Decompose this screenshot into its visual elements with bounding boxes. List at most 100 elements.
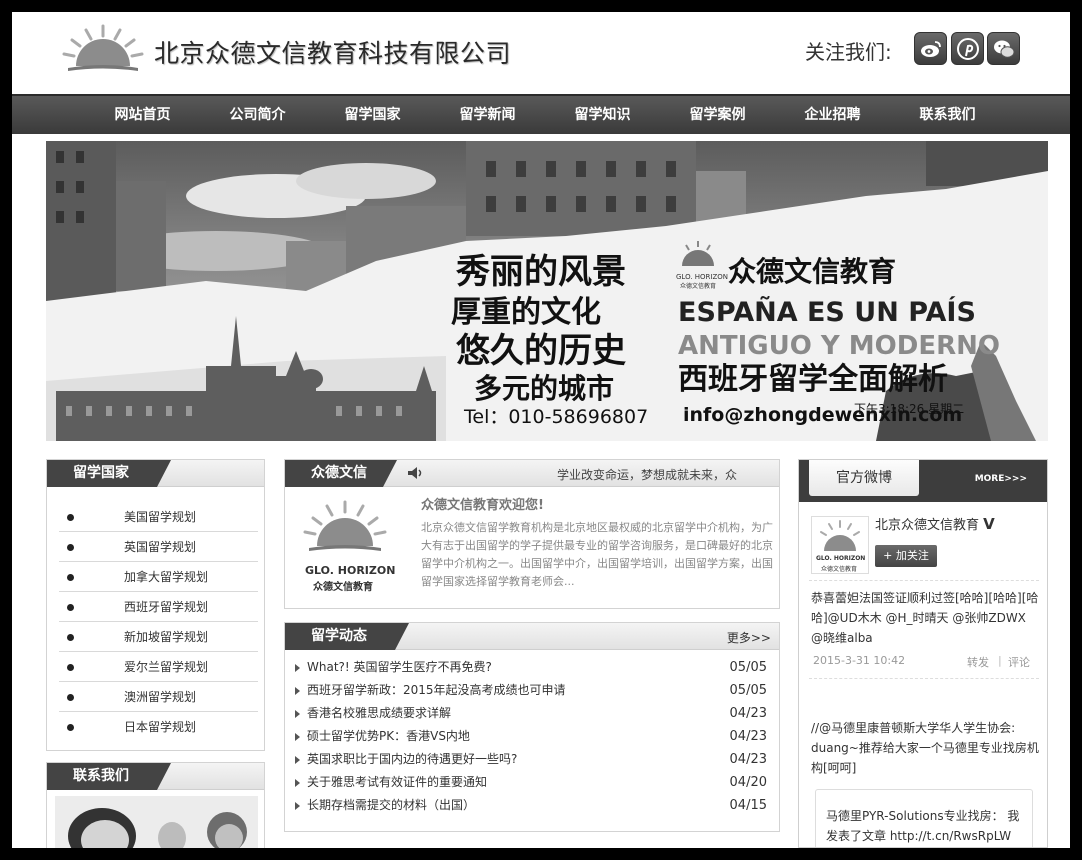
news-item[interactable]: 英国求职比于国内边的待遇更好一些吗? 04/23 <box>295 748 767 771</box>
weibo-account-name[interactable]: 北京众德文信教育 V <box>875 514 995 533</box>
country-link-australia[interactable]: 澳洲留学规划 <box>59 682 258 712</box>
intro-logo-sub: 众德文信教育 <box>313 582 373 593</box>
news-title: 英国求职比于国内边的待遇更好一些吗? <box>307 752 518 766</box>
company-name: 北京众德文信教育科技有限公司 <box>154 39 512 68</box>
nav-cases[interactable]: 留学案例 <box>660 96 775 134</box>
banner-brand: 众德文信教育 <box>728 255 896 288</box>
weibo-icon[interactable] <box>914 32 947 65</box>
intro-marquee: 学业改变命运，梦想成就未来，众 <box>557 468 738 482</box>
contact-photo <box>55 796 258 848</box>
weibo-quote-text: 马德里PYR-Solutions专业找房： 我发表了文章 http://t.cn… <box>826 809 1020 843</box>
bullet-icon <box>67 604 74 611</box>
news-list: What?! 英国留学生医疗不再免费? 05/05 西班牙留学新政：2015年起没… <box>285 650 779 817</box>
nav-jobs[interactable]: 企业招聘 <box>775 96 890 134</box>
news-date: 05/05 <box>729 660 767 675</box>
country-list: 美国留学规划 英国留学规划 加拿大留学规划 西班牙留学规划 新加坡留学规划 爱尔… <box>47 502 264 742</box>
news-title: 硕士留学优势PK：香港VS内地 <box>307 729 470 743</box>
news-date: 04/23 <box>729 752 767 767</box>
news-panel-header: 留学动态 更多>> <box>285 623 779 650</box>
intro-panel-title: 众德文信 <box>285 460 397 487</box>
nav-home[interactable]: 网站首页 <box>85 96 200 134</box>
logo-sun-icon[interactable] <box>58 20 148 78</box>
news-item[interactable]: 香港名校雅思成绩要求详解 04/23 <box>295 702 767 725</box>
triangle-bullet-icon <box>295 779 300 787</box>
weibo-avatar-sub: 众德文信教育 <box>821 566 858 573</box>
hero-banner[interactable]: 秀丽的风景 厚重的文化 悠久的历史 多元的城市 Tel：010-58696807… <box>46 141 1048 441</box>
country-link-uk[interactable]: 英国留学规划 <box>59 532 258 562</box>
intro-body: 北京众德文信留学教育机构是北京地区最权威的北京留学中介机构，为广大有志于出国留学… <box>421 521 773 588</box>
news-title: 长期存档需提交的材料（出国） <box>307 798 476 812</box>
country-label: 加拿大留学规划 <box>124 570 209 584</box>
triangle-bullet-icon <box>295 802 300 810</box>
weibo-divider <box>809 678 1039 679</box>
news-date: 04/23 <box>729 729 767 744</box>
country-link-usa[interactable]: 美国留学规划 <box>59 502 258 532</box>
country-link-canada[interactable]: 加拿大留学规划 <box>59 562 258 592</box>
nav-contact[interactable]: 联系我们 <box>890 96 1005 134</box>
intro-panel-header: 众德文信 学业改变命运，梦想成就未来，众 <box>285 460 779 487</box>
svg-text:众德文信教育: 众德文信教育 <box>680 282 716 290</box>
pinterest-icon[interactable] <box>951 32 984 65</box>
country-label: 西班牙留学规划 <box>124 600 209 614</box>
news-title: What?! 英国留学生医疗不再免费? <box>307 660 492 674</box>
news-item[interactable]: What?! 英国留学生医疗不再免费? 05/05 <box>295 656 767 679</box>
main-nav: 网站首页 公司简介 留学国家 留学新闻 留学知识 留学案例 企业招聘 联系我们 <box>12 94 1070 134</box>
triangle-bullet-icon <box>295 664 300 672</box>
news-item[interactable]: 硕士留学优势PK：香港VS内地 04/23 <box>295 725 767 748</box>
verified-icon: V <box>983 515 995 533</box>
bullet-icon <box>67 514 74 521</box>
banner-spain-line-1: ESPAÑA ES UN PAÍS <box>678 296 976 328</box>
bullet-icon <box>67 544 74 551</box>
news-item[interactable]: 长期存档需提交的材料（出国） 04/15 <box>295 794 767 817</box>
countries-panel-title: 留学国家 <box>47 460 171 487</box>
news-panel: 留学动态 更多>> What?! 英国留学生医疗不再免费? 05/05 西班牙留学… <box>284 622 780 832</box>
weibo-account-label: 北京众德文信教育 <box>875 518 980 533</box>
news-more-link[interactable]: 更多>> <box>727 629 771 646</box>
banner-clock: 下午3:18:26 星期二 <box>854 402 964 416</box>
country-link-ireland[interactable]: 爱尔兰留学规划 <box>59 652 258 682</box>
weibo-post-1-text: 恭喜蕾妲法国签证顺利过签[哈哈][哈哈][哈哈]@UD木木 @H_时晴天 @张帅… <box>811 591 1039 645</box>
bullet-icon <box>67 694 74 701</box>
bullet-icon <box>67 724 74 731</box>
news-date: 04/15 <box>729 798 767 813</box>
bullet-icon <box>67 664 74 671</box>
news-date: 04/20 <box>729 775 767 790</box>
weibo-divider <box>809 580 1039 581</box>
page: 北京众德文信教育科技有限公司 关注我们: 网站首页 公司简介 留学国家 留学新闻… <box>12 12 1070 848</box>
follow-label: 关注我们: <box>805 40 892 64</box>
news-title: 香港名校雅思成绩要求详解 <box>307 706 452 720</box>
weibo-avatar-text: GLO. HORIZON <box>816 555 866 562</box>
nav-countries[interactable]: 留学国家 <box>315 96 430 134</box>
country-label: 澳洲留学规划 <box>124 690 197 704</box>
news-date: 04/23 <box>729 706 767 721</box>
banner-line-4: 多元的城市 <box>474 372 614 405</box>
banner-line-2: 厚重的文化 <box>451 295 601 330</box>
wechat-icon[interactable] <box>987 32 1020 65</box>
nav-knowledge[interactable]: 留学知识 <box>545 96 660 134</box>
news-panel-title: 留学动态 <box>285 623 409 650</box>
country-link-japan[interactable]: 日本留学规划 <box>59 712 258 742</box>
weibo-tab[interactable]: 官方微博 <box>809 460 919 496</box>
country-label: 爱尔兰留学规划 <box>124 660 209 674</box>
follow-button[interactable]: + 加关注 <box>875 545 937 567</box>
nav-about[interactable]: 公司简介 <box>200 96 315 134</box>
weibo-more-link[interactable]: MORE>>> <box>975 474 1027 484</box>
comment-link[interactable]: 评论 <box>1008 654 1030 670</box>
bullet-icon <box>67 574 74 581</box>
news-item[interactable]: 西班牙留学新政：2015年起没高考成绩也可申请 05/05 <box>295 679 767 702</box>
intro-welcome[interactable]: 众德文信教育欢迎您! <box>421 494 544 513</box>
country-link-singapore[interactable]: 新加坡留学规划 <box>59 622 258 652</box>
intro-panel: 众德文信 学业改变命运，梦想成就未来，众 GLO. HORIZON 众德文信教育… <box>284 459 780 609</box>
country-link-spain[interactable]: 西班牙留学规划 <box>59 592 258 622</box>
countries-panel: 留学国家 美国留学规划 英国留学规划 加拿大留学规划 西班牙留学规划 新加坡留学… <box>46 459 265 751</box>
weibo-avatar[interactable]: GLO. HORIZON 众德文信教育 <box>811 516 869 574</box>
weibo-avatar-logo-icon <box>820 520 860 551</box>
svg-text:GLO. HORIZON: GLO. HORIZON <box>676 273 728 281</box>
weibo-panel: 官方微博 MORE>>> GLO. HORIZON 众德文信教育 北京众德文信教… <box>798 459 1048 848</box>
banner-line-3: 悠久的历史 <box>456 331 626 371</box>
news-item[interactable]: 关于雅思考试有效证件的重要通知 04/20 <box>295 771 767 794</box>
country-label: 英国留学规划 <box>124 540 197 554</box>
banner-line-1: 秀丽的风景 <box>455 252 626 292</box>
nav-news[interactable]: 留学新闻 <box>430 96 545 134</box>
repost-link[interactable]: 转发 <box>967 654 989 670</box>
